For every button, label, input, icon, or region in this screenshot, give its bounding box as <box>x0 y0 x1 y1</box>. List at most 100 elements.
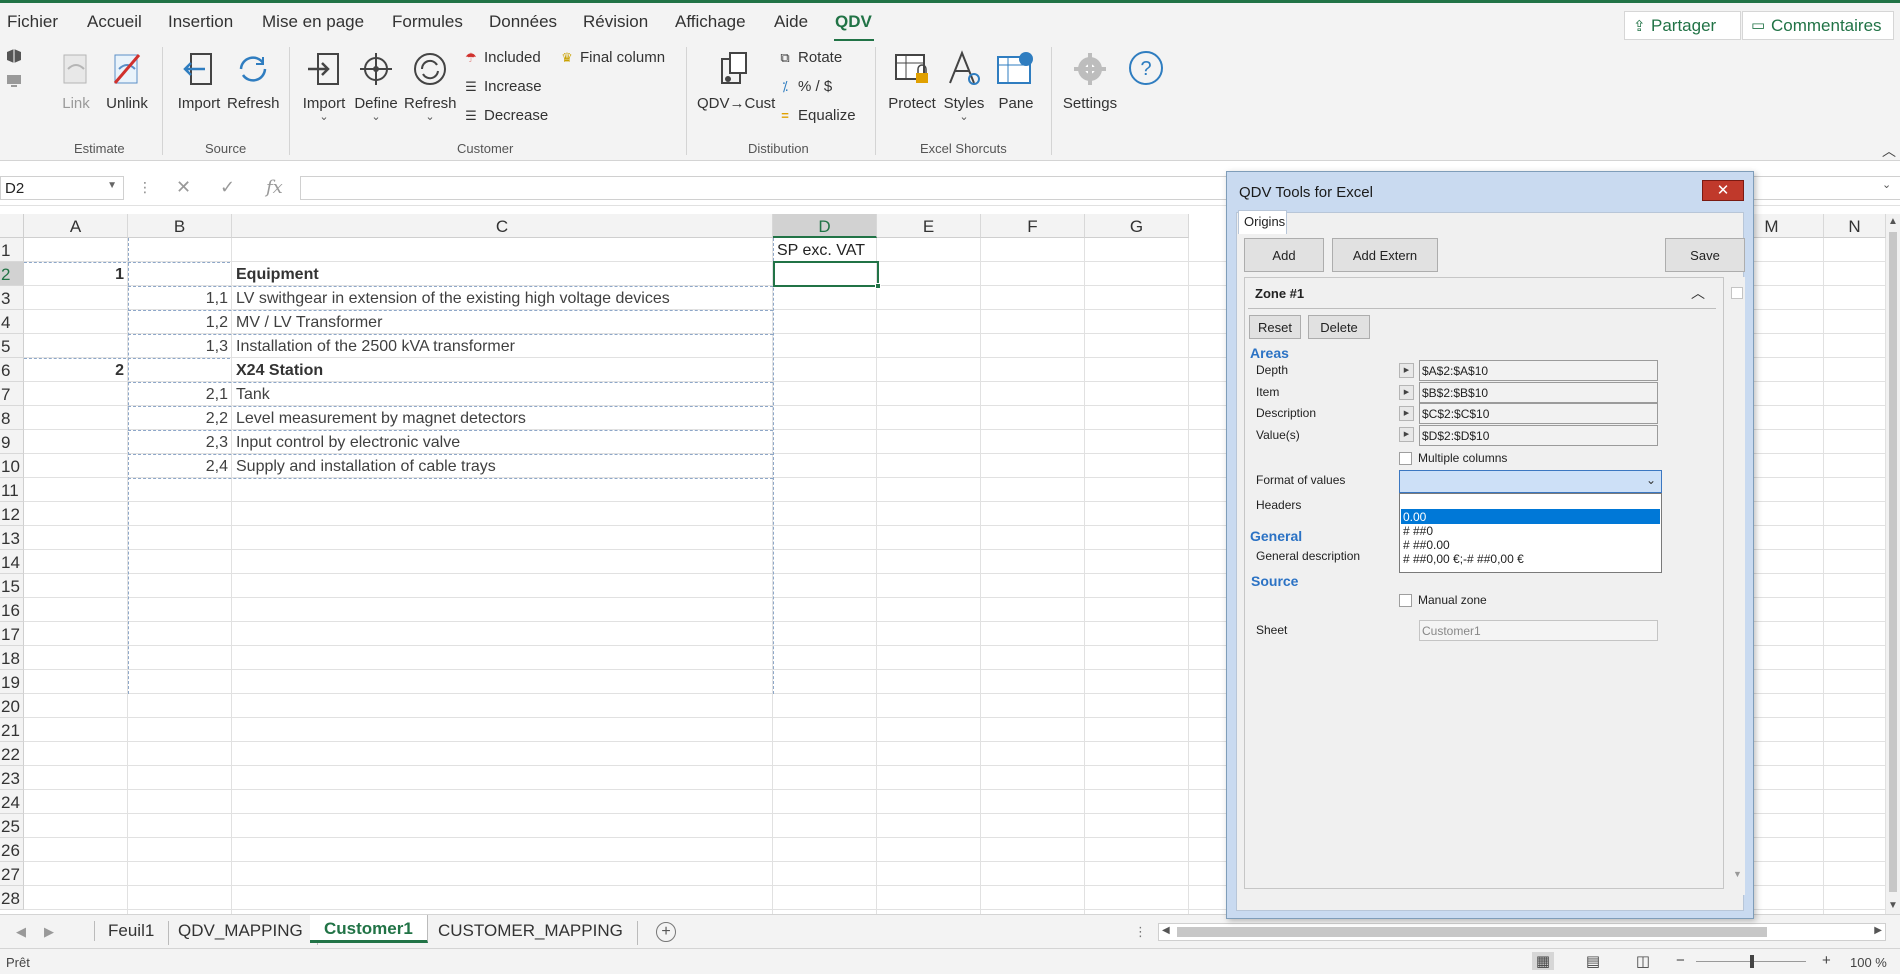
row-header[interactable]: 13 <box>0 526 24 550</box>
row-header[interactable]: 6 <box>0 358 24 382</box>
close-button[interactable]: ✕ <box>1702 180 1744 201</box>
row-header[interactable]: 8 <box>0 406 24 430</box>
equalize-button[interactable]: = Equalize <box>776 107 855 124</box>
sheet-tab-customer1[interactable]: Customer1 <box>310 915 428 943</box>
decrease-button[interactable]: ☰ Decrease <box>462 107 548 124</box>
cancel-icon[interactable]: ✕ <box>176 177 191 198</box>
values-picker-button[interactable]: ▶ <box>1399 427 1414 442</box>
column-header[interactable]: G <box>1085 214 1189 238</box>
row-header[interactable]: 14 <box>0 550 24 574</box>
row-header[interactable]: 11 <box>0 478 24 502</box>
save-button[interactable]: Save <box>1665 238 1745 272</box>
scrollbar-thumb[interactable] <box>1889 232 1897 892</box>
cell-a6[interactable]: 2 <box>24 362 124 380</box>
sheet-next-icon[interactable]: ▶ <box>44 924 54 940</box>
scroll-up-icon[interactable] <box>1731 287 1743 299</box>
scroll-down-icon[interactable]: ▼ <box>1733 869 1742 879</box>
cell-d1[interactable]: SP exc. VAT <box>777 242 865 260</box>
sheet-tab-qdv-mapping[interactable]: QDV_MAPPING <box>164 921 318 945</box>
styles-button[interactable]: Styles ⌄ <box>940 49 988 123</box>
included-button[interactable]: ☂ Included <box>462 49 541 66</box>
format-of-values-select[interactable]: ⌄ <box>1399 470 1662 493</box>
row-header[interactable]: 7 <box>0 382 24 406</box>
cell-b3[interactable]: 1,1 <box>128 290 228 308</box>
qdv-to-customer-button[interactable]: QDV→Cust <box>697 49 775 112</box>
item-field[interactable]: $B$2:$B$10 <box>1419 382 1658 403</box>
tab-mise-en-page[interactable]: Mise en page <box>262 12 364 32</box>
cell-c4[interactable]: MV / LV Transformer <box>236 314 382 332</box>
row-header[interactable]: 4 <box>0 310 24 334</box>
row-header[interactable]: 1 <box>0 238 24 262</box>
delete-button[interactable]: Delete <box>1308 315 1370 339</box>
final-column-button[interactable]: ♛ Final column <box>558 49 665 66</box>
cell-a2[interactable]: 1 <box>24 266 124 284</box>
page-break-icon[interactable]: ◫ <box>1632 952 1654 970</box>
cell-c10[interactable]: Supply and installation of cable trays <box>236 458 496 476</box>
source-import-button[interactable]: Import <box>173 49 225 112</box>
cell-b8[interactable]: 2,2 <box>128 410 228 428</box>
rotate-button[interactable]: ⧉ Rotate <box>776 49 842 66</box>
column-header[interactable]: A <box>24 214 128 238</box>
select-all-corner[interactable] <box>0 214 24 238</box>
cell-b4[interactable]: 1,2 <box>128 314 228 332</box>
values-field[interactable]: $D$2:$D$10 <box>1419 425 1658 446</box>
tab-affichage[interactable]: Affichage <box>675 12 746 32</box>
cell-b9[interactable]: 2,3 <box>128 434 228 452</box>
format-option[interactable]: # ##0,00 €;-# ##0,00 € <box>1401 551 1660 566</box>
percent-dollar-button[interactable]: ⁒% / $ <box>776 78 832 95</box>
enter-icon[interactable]: ✓ <box>220 177 235 198</box>
collapse-zone-icon[interactable]: ︿ <box>1691 283 1705 303</box>
vertical-scrollbar[interactable]: ▲ ▼ <box>1886 214 1900 914</box>
row-header[interactable]: 9 <box>0 430 24 454</box>
zoom-in-button[interactable]: + <box>1822 952 1831 969</box>
sheet-prev-icon[interactable]: ◀ <box>16 924 26 940</box>
define-button[interactable]: Define ⌄ <box>352 49 400 123</box>
row-header[interactable]: 25 <box>0 814 24 838</box>
row-header[interactable]: 24 <box>0 790 24 814</box>
scrollbar-thumb[interactable] <box>1177 927 1767 937</box>
cell-b7[interactable]: 2,1 <box>128 386 228 404</box>
tab-insertion[interactable]: Insertion <box>168 12 233 32</box>
column-header[interactable]: E <box>877 214 981 238</box>
tab-formules[interactable]: Formules <box>392 12 463 32</box>
monitor-icon[interactable] <box>6 73 22 89</box>
zoom-slider-thumb[interactable] <box>1750 955 1754 968</box>
row-header[interactable]: 27 <box>0 862 24 886</box>
row-header[interactable]: 15 <box>0 574 24 598</box>
row-header[interactable]: 18 <box>0 646 24 670</box>
link-button[interactable]: Link <box>54 49 98 112</box>
cell-c2[interactable]: Equipment <box>236 266 319 284</box>
column-header[interactable]: F <box>981 214 1085 238</box>
source-refresh-button[interactable]: Refresh <box>227 49 280 112</box>
depth-field[interactable]: $A$2:$A$10 <box>1419 360 1658 381</box>
row-header[interactable]: 10 <box>0 454 24 478</box>
manual-zone-checkbox[interactable] <box>1399 594 1412 607</box>
cell-b5[interactable]: 1,3 <box>128 338 228 356</box>
name-box[interactable]: D2 ▼ <box>0 176 124 200</box>
fill-handle[interactable] <box>875 283 881 289</box>
format-option[interactable]: # ##0 <box>1401 523 1660 538</box>
dialog-vertical-scrollbar[interactable]: ▼ <box>1730 277 1745 895</box>
row-header[interactable]: 26 <box>0 838 24 862</box>
tab-qdv[interactable]: QDV <box>835 12 872 32</box>
protect-button[interactable]: Protect <box>886 49 938 112</box>
row-header[interactable]: 22 <box>0 742 24 766</box>
customer-import-button[interactable]: Import ⌄ <box>300 49 348 123</box>
comments-button[interactable]: ▭ Commentaires <box>1742 11 1894 40</box>
tab-accueil[interactable]: Accueil <box>87 12 142 32</box>
column-header[interactable]: C <box>232 214 773 238</box>
selected-cell-d2[interactable] <box>773 261 881 289</box>
add-button[interactable]: Add <box>1244 238 1324 272</box>
row-header[interactable]: 19 <box>0 670 24 694</box>
add-extern-button[interactable]: Add Extern <box>1332 238 1438 272</box>
settings-button[interactable]: Settings <box>1062 49 1118 112</box>
column-header[interactable]: D <box>773 214 877 238</box>
row-header[interactable]: 17 <box>0 622 24 646</box>
collapse-ribbon-icon[interactable]: ︿ <box>1882 141 1896 161</box>
row-header[interactable]: 2 <box>0 262 24 286</box>
row-header[interactable]: 21 <box>0 718 24 742</box>
cell-c3[interactable]: LV swithgear in extension of the existin… <box>236 290 670 308</box>
row-header[interactable]: 28 <box>0 886 24 910</box>
tab-aide[interactable]: Aide <box>774 12 808 32</box>
add-sheet-button[interactable]: + <box>656 922 676 942</box>
